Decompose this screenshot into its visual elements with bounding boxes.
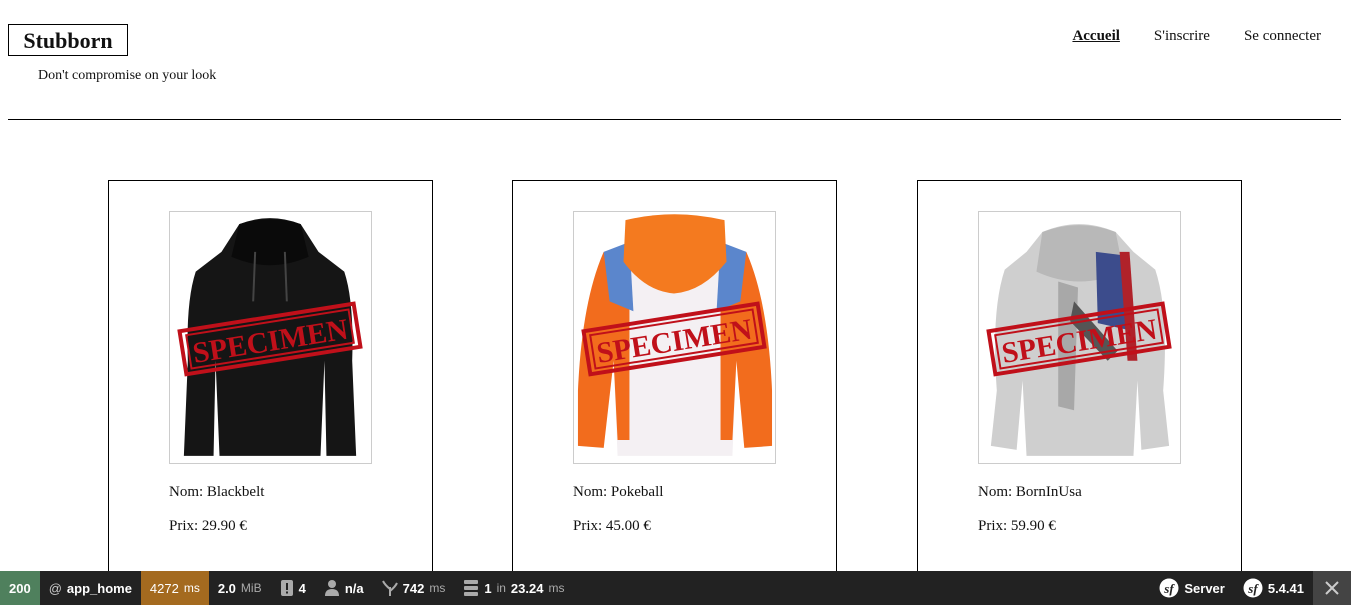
symfony-logo-icon: sf [1243, 578, 1263, 598]
tagline: Don't compromise on your look [38, 68, 217, 83]
version-panel[interactable]: sf 5.4.41 [1234, 571, 1313, 605]
header-divider [8, 119, 1341, 120]
route-name: app_home [66, 580, 132, 596]
time-unit: ms [183, 581, 200, 595]
product-image[interactable]: SPECIMEN [978, 211, 1181, 464]
db-unit: ms [548, 581, 565, 595]
db-count: 1 [484, 580, 492, 596]
brand-logo[interactable]: Stubborn [8, 24, 128, 56]
render-value: 742 [402, 580, 425, 596]
status-code-badge[interactable]: 200 [0, 571, 40, 605]
server-panel[interactable]: sf Server [1150, 571, 1233, 605]
twig-leaf-icon [381, 580, 398, 596]
product-name: Nom: BornInUsa [978, 484, 1082, 500]
symfony-version: 5.4.41 [1267, 580, 1304, 596]
product-card[interactable]: SPECIMEN Nom: Pokeball Prix: 45.00 € [512, 180, 837, 580]
close-icon [1325, 581, 1339, 595]
memory-value: 2.0 [217, 580, 236, 596]
logs-panel[interactable]: 4 [271, 571, 315, 605]
status-code: 200 [9, 580, 31, 596]
product-price: Prix: 45.00 € [573, 518, 651, 534]
server-label: Server [1184, 580, 1225, 596]
product-name: Nom: Blackbelt [169, 484, 265, 500]
memory-unit: MiB [240, 581, 262, 595]
close-toolbar-button[interactable] [1313, 571, 1351, 605]
database-panel[interactable]: 1 in 23.24 ms [454, 571, 573, 605]
render-unit: ms [429, 581, 446, 595]
product-card[interactable]: SPECIMEN Nom: BornInUsa Prix: 59.90 € [917, 180, 1242, 580]
time-value: 4272 [149, 580, 179, 596]
product-name: Nom: Pokeball [573, 484, 664, 500]
svg-text:sf: sf [1164, 581, 1176, 596]
product-image[interactable]: SPECIMEN [573, 211, 776, 464]
twig-panel[interactable]: 742 ms [373, 571, 455, 605]
time-panel[interactable]: 4272 ms [140, 571, 209, 605]
nav-link-accueil[interactable]: Accueil [1072, 28, 1119, 45]
user-icon [324, 580, 339, 596]
debug-toolbar: 200 @ app_home 4272 ms 2.0 MiB 4 n/a 742 … [0, 571, 1351, 605]
symfony-logo-icon: sf [1159, 578, 1179, 598]
nav-link-sinscrire[interactable]: S'inscrire [1154, 28, 1210, 45]
security-panel[interactable]: n/a [315, 571, 373, 605]
logs-count: 4 [298, 580, 306, 596]
nav-link-se-connecter[interactable]: Se connecter [1244, 28, 1321, 45]
main-nav: Accueil S'inscrire Se connecter [1072, 28, 1321, 45]
product-image[interactable]: SPECIMEN [169, 211, 372, 464]
database-icon [464, 580, 479, 596]
exclamation-icon [280, 580, 293, 596]
memory-panel[interactable]: 2.0 MiB [209, 571, 271, 605]
security-user: n/a [344, 580, 364, 596]
svg-text:sf: sf [1247, 581, 1259, 596]
route-panel[interactable]: @ app_home [40, 571, 141, 605]
route-prefix: @ [48, 580, 62, 596]
product-card[interactable]: SPECIMEN Nom: Blackbelt Prix: 29.90 € [108, 180, 433, 580]
db-time: 23.24 [510, 580, 544, 596]
product-price: Prix: 59.90 € [978, 518, 1056, 534]
product-price: Prix: 29.90 € [169, 518, 247, 534]
db-in: in [496, 581, 506, 595]
